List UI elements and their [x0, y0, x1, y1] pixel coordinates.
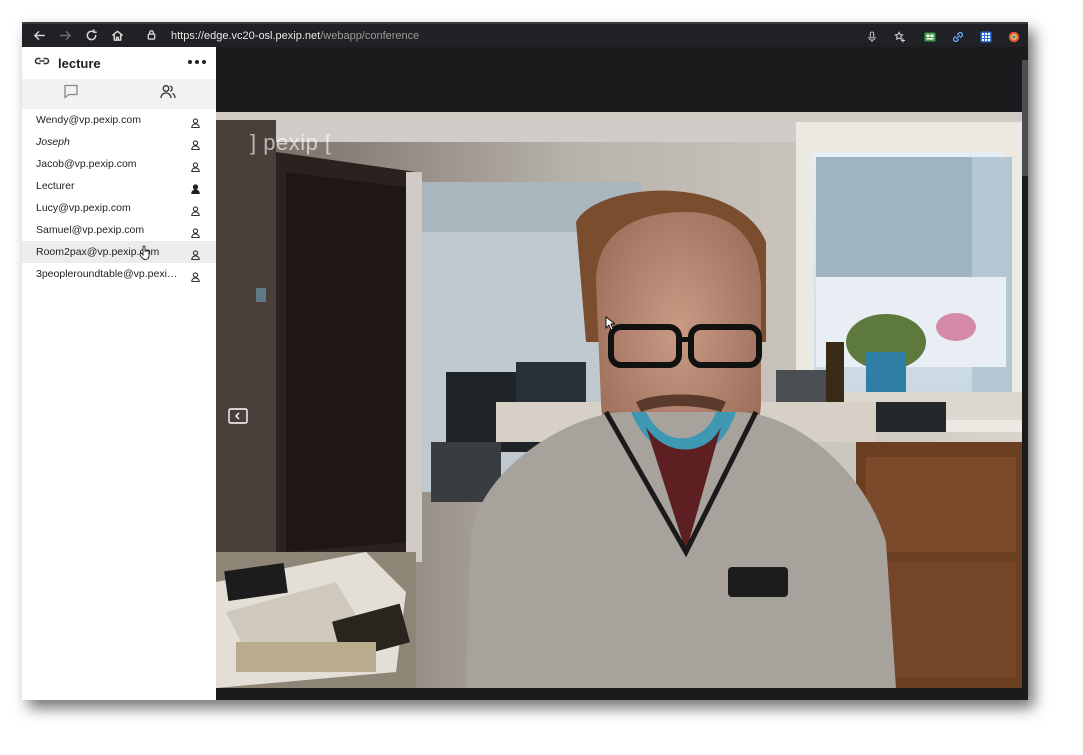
forward-icon[interactable]: [52, 23, 78, 48]
participant-name: Samuel@vp.pexip.com: [36, 224, 145, 236]
chat-bubble-icon: [63, 84, 79, 104]
participant-name: Wendy@vp.pexip.com: [36, 114, 142, 126]
favorites-icon[interactable]: [886, 24, 914, 49]
host-icon: [191, 181, 200, 195]
microphone-icon[interactable]: [858, 24, 886, 49]
tab-participants[interactable]: [119, 79, 216, 109]
list-item[interactable]: Joseph: [22, 131, 216, 153]
list-item[interactable]: Lecturer: [22, 175, 216, 197]
sidebar-tabs: [22, 79, 216, 109]
collapse-sidebar-icon[interactable]: [228, 408, 248, 424]
extension-icon[interactable]: [916, 24, 944, 49]
url-text[interactable]: https://edge.vc20-osl.pexip.net/webapp/c…: [171, 30, 419, 42]
list-item[interactable]: Wendy@vp.pexip.com: [22, 109, 216, 131]
tab-chat[interactable]: [22, 79, 119, 109]
hand-pointer-icon: [139, 245, 151, 260]
profile-icon[interactable]: [1000, 24, 1028, 49]
guest-icon: [191, 247, 200, 261]
home-icon[interactable]: [104, 23, 130, 48]
link-icon[interactable]: [34, 54, 50, 72]
guest-icon: [191, 159, 200, 173]
conference-title: lecture: [58, 55, 101, 71]
browser-window: https://edge.vc20-osl.pexip.net/webapp/c…: [22, 22, 1028, 700]
reload-icon[interactable]: [78, 23, 104, 48]
participant-name: 3peopleroundtable@vp.pexip.com: [36, 268, 182, 280]
guest-icon: [191, 203, 200, 217]
pexip-watermark: ] pexip [: [250, 130, 332, 155]
guest-icon: [191, 137, 200, 151]
list-item[interactable]: Samuel@vp.pexip.com: [22, 219, 216, 241]
list-item[interactable]: 3peopleroundtable@vp.pexip.com: [22, 263, 216, 285]
sidebar-header: lecture: [22, 47, 216, 79]
link-extension-icon[interactable]: [944, 24, 972, 49]
conference-stage: ] pexip [: [216, 47, 1028, 700]
guest-icon: [191, 269, 200, 283]
guest-icon: [191, 115, 200, 129]
more-options-icon[interactable]: [188, 55, 206, 69]
lock-icon[interactable]: [146, 27, 157, 45]
participant-name: Joseph: [36, 136, 70, 148]
participant-name: Lecturer: [36, 180, 75, 192]
list-item[interactable]: Room2pax@vp.pexip.com: [22, 241, 216, 263]
main-video[interactable]: ] pexip [: [216, 112, 1022, 688]
url-field[interactable]: https://edge.vc20-osl.pexip.net/webapp/c…: [146, 26, 906, 46]
mouse-pointer-icon: [605, 316, 617, 331]
participant-list: Wendy@vp.pexip.com Joseph Jacob@vp.pexip…: [22, 109, 216, 285]
browser-toolbar-icons: [858, 24, 1028, 49]
participant-sidebar: lecture Wendy@vp.pexip.com Joseph Jacob@…: [22, 47, 216, 700]
guest-icon: [191, 225, 200, 239]
self-view-thumbnail[interactable]: [1022, 60, 1028, 176]
participant-name: Lucy@vp.pexip.com: [36, 202, 131, 214]
video-frame: [216, 112, 1022, 688]
list-item[interactable]: Jacob@vp.pexip.com: [22, 153, 216, 175]
participants-icon: [159, 84, 176, 104]
browser-address-bar: https://edge.vc20-osl.pexip.net/webapp/c…: [22, 22, 1028, 47]
url-path: /webapp/conference: [320, 30, 420, 42]
back-icon[interactable]: [26, 23, 52, 48]
list-item[interactable]: Lucy@vp.pexip.com: [22, 197, 216, 219]
url-host: https://edge.vc20-osl.pexip.net: [171, 30, 321, 42]
participant-name: Jacob@vp.pexip.com: [36, 158, 137, 170]
apps-icon[interactable]: [972, 24, 1000, 49]
